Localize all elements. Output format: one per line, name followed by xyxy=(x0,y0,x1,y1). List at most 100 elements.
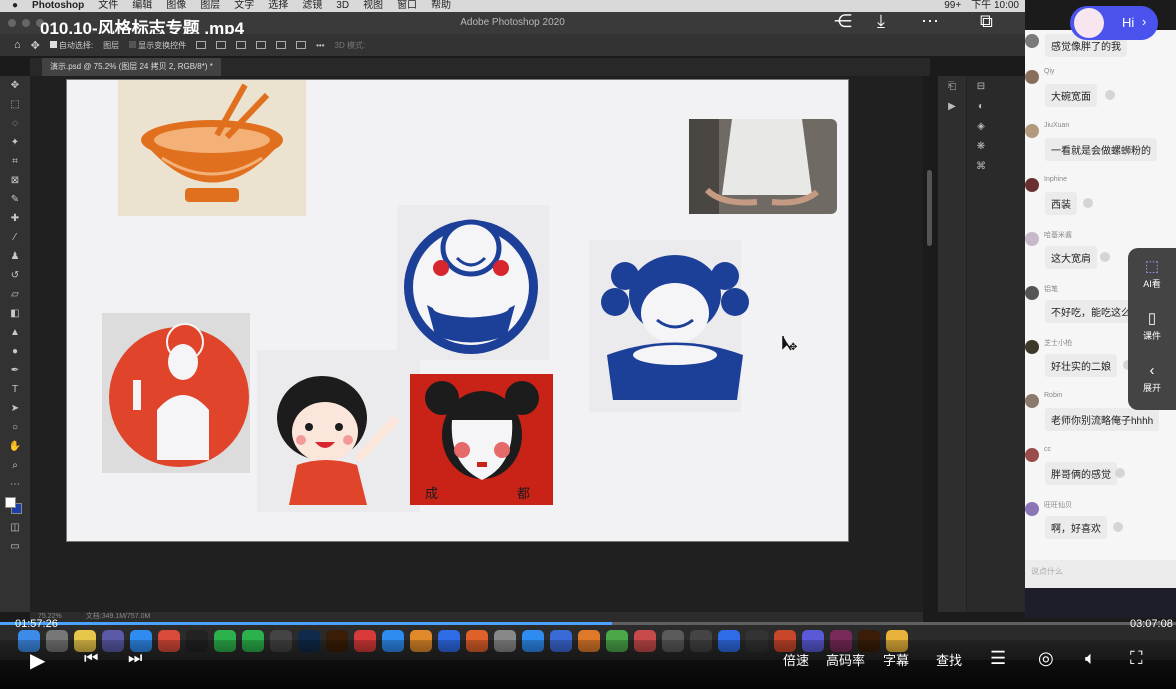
chubby-woman-logo xyxy=(589,240,749,412)
magic-wand-icon[interactable]: ✦ xyxy=(0,133,30,152)
volume-icon[interactable]: 🔈︎ xyxy=(1085,648,1096,669)
actions-panel-icon[interactable]: ▶ xyxy=(938,96,966,116)
dodge-icon[interactable]: ● xyxy=(0,342,30,361)
document-tab[interactable]: 演示.psd @ 75.2% (图层 24 拷贝 2, RGB/8*) * xyxy=(42,58,221,76)
lasso-icon[interactable]: ◌ xyxy=(0,114,30,133)
bitrate-button[interactable]: 高码率 xyxy=(826,650,865,669)
assistant-hi-button[interactable]: Hi › xyxy=(1070,6,1158,40)
screen: ● Photoshop 文件 编辑 图像 图层 文字 选择 滤镜 3D 视图 窗… xyxy=(0,0,1176,689)
next-icon[interactable]: ⏭ xyxy=(128,650,142,668)
gradient-icon[interactable]: ◧ xyxy=(0,304,30,323)
courseware-button[interactable]: ▯ 课件 xyxy=(1128,300,1176,352)
home-icon[interactable]: ⌂ xyxy=(14,39,21,51)
menu-image[interactable]: 图像 xyxy=(166,0,186,12)
menu-app-name[interactable]: Photoshop xyxy=(32,0,84,12)
menu-layer[interactable]: 图层 xyxy=(200,0,220,12)
eraser-icon[interactable]: ▱ xyxy=(0,285,30,304)
path-select-icon[interactable]: ➤ xyxy=(0,399,30,418)
like-icon[interactable] xyxy=(1083,198,1093,208)
picture-in-picture-icon[interactable]: ⧉ xyxy=(980,11,993,32)
type-icon[interactable]: T xyxy=(0,380,30,399)
menu-view[interactable]: 视图 xyxy=(363,0,383,12)
move-icon[interactable]: ✥ xyxy=(0,76,30,95)
notification-count[interactable]: 99+ xyxy=(944,0,961,12)
align-right-icon[interactable] xyxy=(236,41,247,49)
menu-type[interactable]: 文字 xyxy=(234,0,254,12)
blur-icon[interactable]: ▲ xyxy=(0,323,30,342)
fullscreen-icon[interactable]: ⛶ xyxy=(1130,648,1143,669)
crop-icon[interactable]: ⌗ xyxy=(0,152,30,171)
hand-icon[interactable]: ✋ xyxy=(0,437,30,456)
avatar xyxy=(1025,502,1039,516)
download-icon[interactable]: ⤓ xyxy=(877,11,885,32)
chat-input[interactable]: 说点什么 xyxy=(1025,560,1176,588)
color-swatches[interactable] xyxy=(0,494,30,518)
paths-panel-icon[interactable]: ⌘ xyxy=(967,156,995,176)
more-options-icon[interactable]: ••• xyxy=(316,41,324,50)
ai-watch-button[interactable]: ⬚ AI看 xyxy=(1128,248,1176,300)
like-icon[interactable] xyxy=(1100,252,1110,262)
play-icon[interactable]: ▶ xyxy=(30,648,45,673)
brush-icon[interactable]: ⁄ xyxy=(0,228,30,247)
more-tools-icon[interactable]: ⋯ xyxy=(0,475,30,494)
menu-edit[interactable]: 编辑 xyxy=(132,0,152,12)
document-canvas[interactable]: 成 都 ✥ xyxy=(66,79,849,542)
auto-select-checkbox[interactable]: 自动选择: xyxy=(49,40,93,51)
screen-mode-icon[interactable]: ▭ xyxy=(0,537,30,556)
clock: 下午 10:00 xyxy=(971,0,1019,11)
foreground-color-swatch[interactable] xyxy=(5,497,16,508)
settings-icon[interactable]: ◎ xyxy=(1038,648,1054,669)
chat-bubble: 啊，好喜欢 xyxy=(1045,516,1107,539)
speed-button[interactable]: 倍速 xyxy=(783,650,809,669)
align-top-icon[interactable] xyxy=(256,41,267,49)
chat-username: 芝士小柏 xyxy=(1044,340,1072,347)
history-panel-icon[interactable]: ⎗ xyxy=(938,76,966,96)
history-brush-icon[interactable]: ↺ xyxy=(0,266,30,285)
menu-select[interactable]: 选择 xyxy=(268,0,288,12)
align-center-icon[interactable] xyxy=(216,41,227,49)
expand-button[interactable]: ‹ 展开 xyxy=(1128,352,1176,404)
like-icon[interactable] xyxy=(1113,522,1123,532)
video-progress-bar[interactable] xyxy=(0,622,1176,625)
share-icon[interactable]: ⋲ xyxy=(834,11,852,32)
align-left-icon[interactable] xyxy=(196,41,207,49)
pen-icon[interactable]: ✒ xyxy=(0,361,30,380)
menu-filter[interactable]: 滤镜 xyxy=(302,0,322,12)
eyedropper-icon[interactable]: ✎ xyxy=(0,190,30,209)
ps-status-bar: 75.22% 文档:349.1M/757.0M xyxy=(30,612,923,622)
apple-icon[interactable]: ● xyxy=(12,0,18,12)
menu-help[interactable]: 帮助 xyxy=(431,0,451,12)
search-button[interactable]: 查找 xyxy=(936,650,962,669)
more-icon[interactable]: ⋯ xyxy=(921,11,939,32)
avatar xyxy=(1025,448,1039,462)
current-time: 01:57:26 xyxy=(15,618,58,630)
menu-3d[interactable]: 3D xyxy=(336,0,349,12)
like-icon[interactable] xyxy=(1105,90,1115,100)
quick-mask-icon[interactable]: ◫ xyxy=(0,518,30,537)
document-tab-bar: 演示.psd @ 75.2% (图层 24 拷贝 2, RGB/8*) * xyxy=(30,58,930,76)
marquee-icon[interactable]: ⬚ xyxy=(0,95,30,114)
adjustments-panel-icon[interactable]: ◐ xyxy=(967,96,995,116)
menu-window[interactable]: 窗口 xyxy=(397,0,417,12)
properties-panel-icon[interactable]: ⊟ xyxy=(967,76,995,96)
subtitles-button[interactable]: 字幕 xyxy=(883,650,909,669)
align-bottom-icon[interactable] xyxy=(296,41,307,49)
document-icon: ▯ xyxy=(1147,309,1157,327)
playlist-icon[interactable]: ☰ xyxy=(990,648,1006,669)
stamp-icon[interactable]: ♟ xyxy=(0,247,30,266)
channels-panel-icon[interactable]: ❋ xyxy=(967,136,995,156)
like-icon[interactable] xyxy=(1115,468,1125,478)
canvas-vertical-scrollbar[interactable] xyxy=(927,170,932,246)
frame-icon[interactable]: ⊠ xyxy=(0,171,30,190)
zoom-icon[interactable]: ⌕ xyxy=(0,456,30,475)
menu-file[interactable]: 文件 xyxy=(98,0,118,12)
healing-icon[interactable]: ✚ xyxy=(0,209,30,228)
previous-icon[interactable]: ⏮ xyxy=(84,650,98,668)
align-middle-icon[interactable] xyxy=(276,41,287,49)
move-tool-options-icon[interactable]: ✥ xyxy=(31,39,40,52)
layers-panel-icon[interactable]: ◈ xyxy=(967,116,995,136)
layer-dropdown[interactable]: 图层 xyxy=(103,40,119,51)
ps-panels-dock: ⊟ ◐ ◈ ❋ ⌘ xyxy=(966,76,1025,612)
show-transform-checkbox[interactable]: 显示变换控件 xyxy=(129,40,186,51)
shape-icon[interactable]: ○ xyxy=(0,418,30,437)
